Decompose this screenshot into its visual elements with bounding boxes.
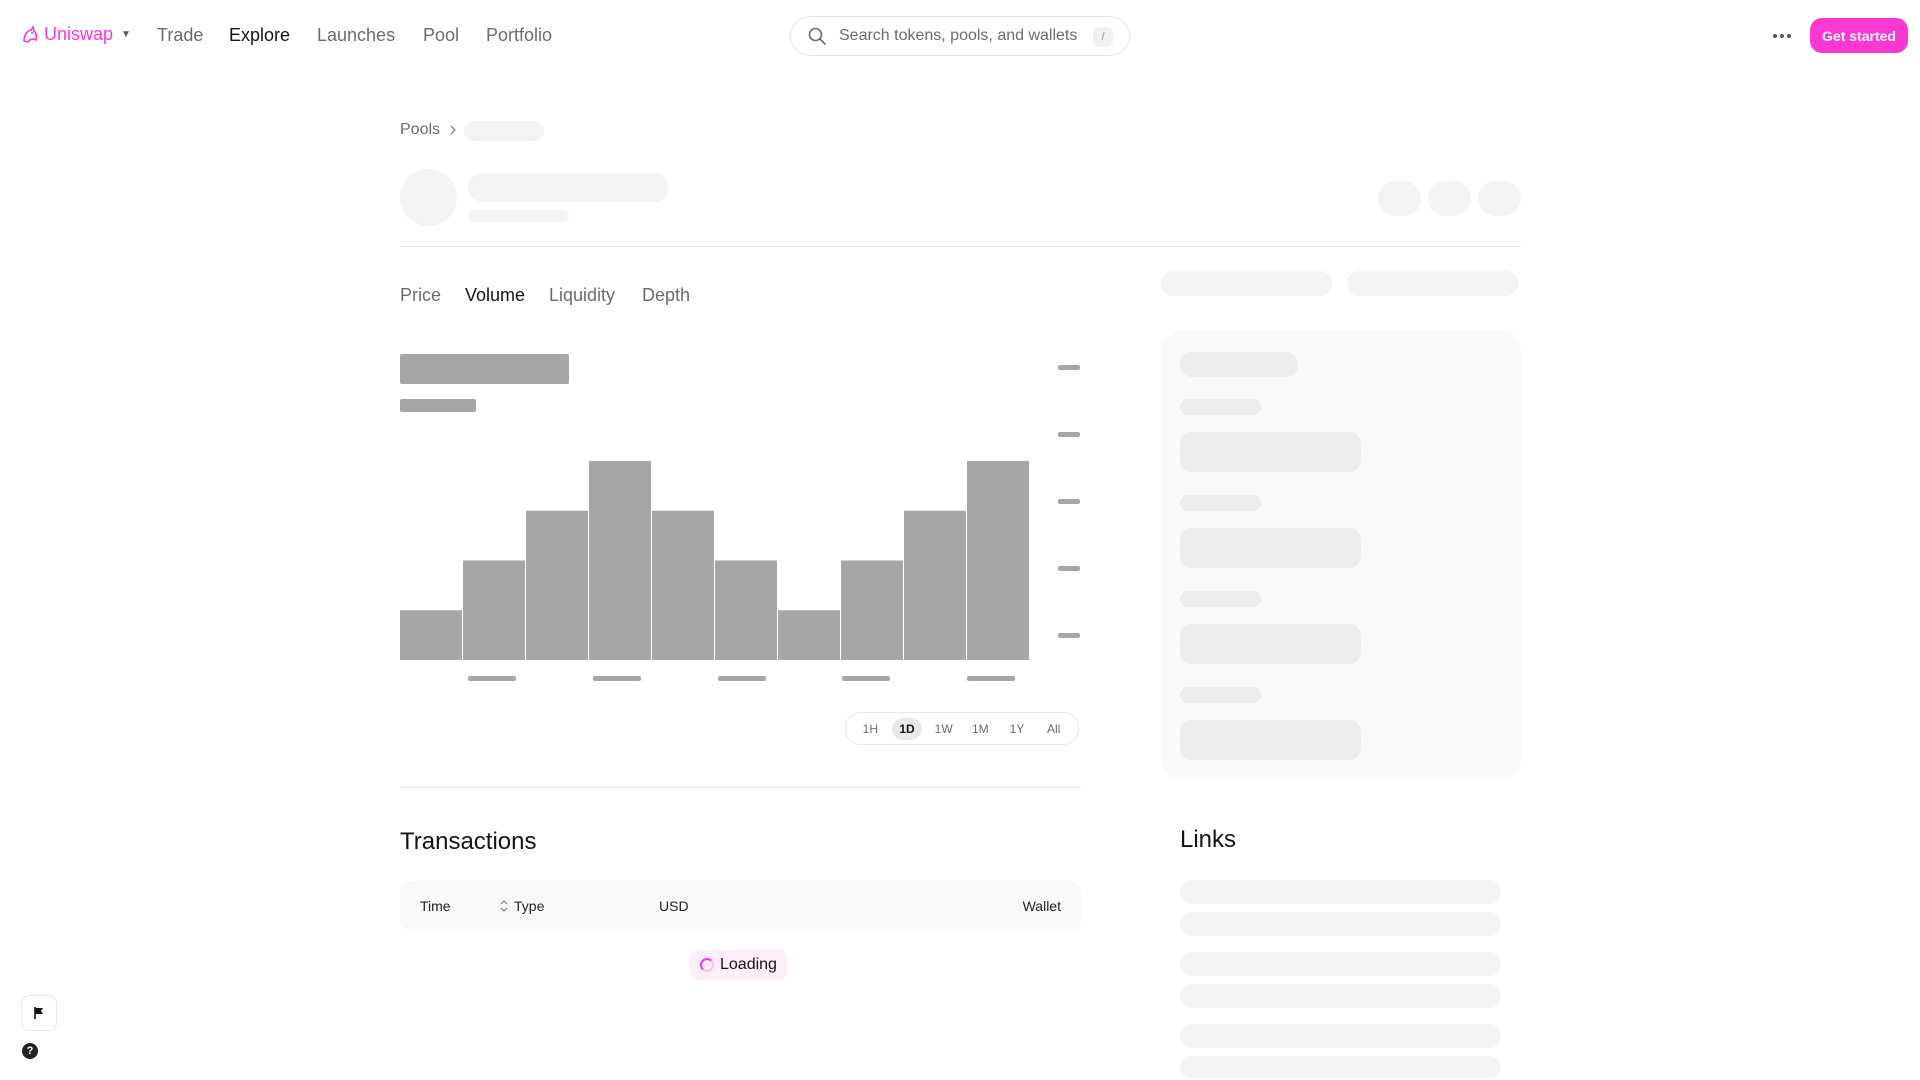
- tab-liquidity[interactable]: Liquidity: [549, 285, 615, 306]
- brand-name: Uniswap: [44, 24, 114, 44]
- volume-bar-chart: [400, 365, 1080, 681]
- range-1m[interactable]: 1M: [965, 718, 995, 740]
- x-tick-skeleton: [967, 676, 1015, 681]
- action-button-skeleton: [1378, 181, 1421, 216]
- breadcrumb: Pools: [400, 121, 460, 139]
- flag-icon: [34, 1007, 43, 1019]
- chart-bar: [967, 461, 1029, 660]
- y-tick-skeleton: [1058, 633, 1080, 638]
- nav-pool[interactable]: Pool: [423, 25, 459, 46]
- unicorn-logo-icon: [23, 24, 38, 43]
- stats-panel: [1161, 331, 1521, 779]
- help-icon[interactable]: ?: [22, 1043, 38, 1059]
- pool-subtitle-skeleton: [468, 210, 569, 222]
- stat-value-skeleton: [1180, 720, 1361, 760]
- y-tick-skeleton: [1058, 499, 1080, 504]
- x-tick-skeleton: [468, 676, 516, 681]
- transactions-table-header: Time Type USD Wallet: [400, 881, 1081, 931]
- range-1h[interactable]: 1H: [855, 718, 885, 740]
- col-type[interactable]: Type: [514, 898, 544, 914]
- pool-title-skeleton: [468, 173, 669, 202]
- loading-label: Loading: [720, 956, 777, 973]
- range-all[interactable]: All: [1039, 718, 1069, 740]
- col-wallet[interactable]: Wallet: [1023, 898, 1061, 914]
- y-tick-skeleton: [1058, 432, 1080, 437]
- stat-label-skeleton: [1180, 495, 1261, 511]
- chevron-down-icon[interactable]: ▼: [121, 29, 131, 40]
- chart-bar: [841, 560, 903, 660]
- search-input[interactable]: Search tokens, pools, and wallets /: [790, 16, 1130, 56]
- link-row-skeleton: [1180, 912, 1501, 936]
- search-placeholder: Search tokens, pools, and wallets: [839, 27, 1078, 44]
- stat-value-skeleton: [1180, 432, 1361, 472]
- chart-bar: [400, 610, 462, 660]
- stats-title-skeleton: [1180, 352, 1298, 377]
- chart-bar: [526, 510, 588, 660]
- nav-trade[interactable]: Trade: [157, 25, 203, 46]
- pool-logo-skeleton: [400, 169, 457, 226]
- nav-launches[interactable]: Launches: [317, 25, 395, 46]
- stat-label-skeleton: [1180, 591, 1261, 607]
- tab-depth[interactable]: Depth: [642, 285, 690, 306]
- chevron-right-icon: [450, 125, 457, 135]
- stat-value-skeleton: [1180, 624, 1361, 664]
- stat-pill-skeleton: [1347, 271, 1518, 296]
- chart-bar: [589, 461, 651, 660]
- y-tick-skeleton: [1058, 566, 1080, 571]
- nav-explore[interactable]: Explore: [229, 25, 290, 46]
- get-started-button[interactable]: Get started: [1810, 18, 1908, 53]
- stat-pill-skeleton: [1161, 271, 1332, 296]
- stat-label-skeleton: [1180, 687, 1261, 703]
- tab-volume[interactable]: Volume: [465, 285, 525, 306]
- link-row-skeleton: [1180, 984, 1501, 1008]
- search-icon: [808, 27, 826, 45]
- transactions-title: Transactions: [400, 828, 537, 855]
- action-button-skeleton: [1428, 181, 1471, 216]
- chart-bar: [904, 510, 966, 660]
- links-title: Links: [1180, 826, 1237, 853]
- action-button-skeleton: [1478, 181, 1521, 216]
- spinner-icon: [700, 958, 714, 972]
- chart-bar: [715, 560, 777, 660]
- tab-price[interactable]: Price: [400, 285, 441, 306]
- x-tick-skeleton: [718, 676, 766, 681]
- link-row-skeleton: [1180, 880, 1501, 904]
- sort-icon[interactable]: [499, 899, 509, 913]
- header-divider: [400, 246, 1521, 247]
- loading-indicator: Loading: [690, 950, 787, 980]
- breadcrumb-pools-link[interactable]: Pools: [400, 121, 440, 139]
- breadcrumb-pool-skeleton: [464, 121, 544, 141]
- top-nav: Uniswap ▼ Trade Explore Launches Pool Po…: [0, 0, 1920, 72]
- link-row-skeleton: [1180, 952, 1501, 976]
- chart-bar: [778, 610, 840, 660]
- range-1y[interactable]: 1Y: [1002, 718, 1032, 740]
- nav-portfolio[interactable]: Portfolio: [486, 25, 552, 46]
- stat-label-skeleton: [1180, 399, 1261, 415]
- brand-logo[interactable]: Uniswap ▼: [20, 24, 131, 45]
- chart-bar: [652, 510, 714, 660]
- x-tick-skeleton: [593, 676, 641, 681]
- stat-value-skeleton: [1180, 528, 1361, 568]
- x-tick-skeleton: [842, 676, 890, 681]
- link-row-skeleton: [1180, 1056, 1501, 1078]
- col-time[interactable]: Time: [420, 898, 451, 914]
- time-range-selector: 1H 1D 1W 1M 1Y All: [845, 712, 1079, 745]
- col-usd[interactable]: USD: [659, 898, 689, 914]
- range-1d[interactable]: 1D: [891, 717, 922, 740]
- flag-button[interactable]: [21, 995, 57, 1031]
- range-1w[interactable]: 1W: [929, 718, 959, 740]
- chart-bar: [463, 560, 525, 660]
- search-shortcut-hint: /: [1093, 27, 1113, 47]
- more-horizontal-icon[interactable]: [1766, 20, 1798, 52]
- link-row-skeleton: [1180, 1024, 1501, 1048]
- y-tick-skeleton: [1058, 365, 1080, 370]
- section-divider: [400, 787, 1081, 788]
